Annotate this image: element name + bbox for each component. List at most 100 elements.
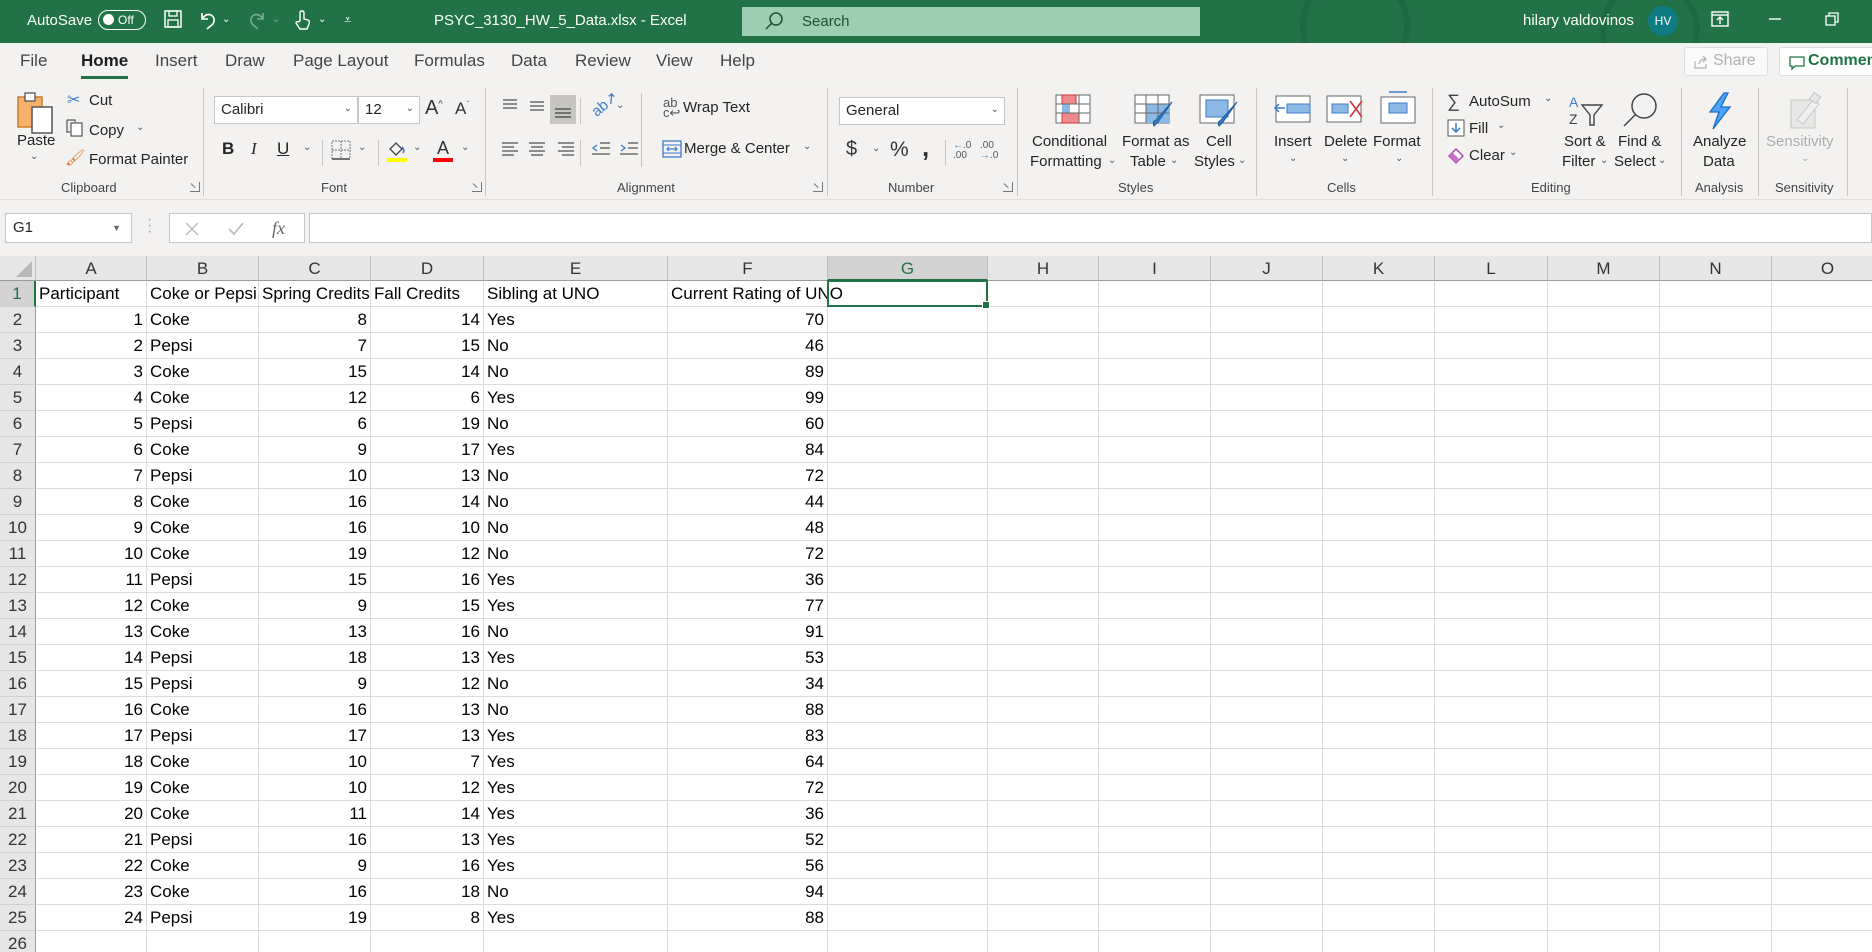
cell-o2[interactable] — [1772, 307, 1872, 333]
cell-n19[interactable] — [1660, 749, 1772, 775]
cell-g20[interactable] — [828, 775, 988, 801]
cell-o24[interactable] — [1772, 879, 1872, 905]
cell-o7[interactable] — [1772, 437, 1872, 463]
insert-function-icon[interactable]: fx — [272, 218, 285, 239]
cell-f25[interactable]: 88 — [668, 905, 828, 931]
cell-m23[interactable] — [1548, 853, 1660, 879]
middle-align-icon[interactable] — [527, 96, 547, 116]
cell-b2[interactable]: Coke — [147, 307, 259, 333]
cell-b13[interactable]: Coke — [147, 593, 259, 619]
copy-dropdown-icon[interactable]: ⌄ — [136, 122, 144, 133]
cell-d18[interactable]: 13 — [371, 723, 484, 749]
cell-a4[interactable]: 3 — [36, 359, 147, 385]
cell-h7[interactable] — [988, 437, 1099, 463]
cell-e24[interactable]: No — [484, 879, 668, 905]
cell-m7[interactable] — [1548, 437, 1660, 463]
cell-n9[interactable] — [1660, 489, 1772, 515]
column-header-k[interactable]: K — [1323, 256, 1435, 281]
cell-o21[interactable] — [1772, 801, 1872, 827]
row-header[interactable]: 21 — [0, 801, 36, 827]
cell-h22[interactable] — [988, 827, 1099, 853]
cell-l26[interactable] — [1435, 931, 1548, 952]
cell-g5[interactable] — [828, 385, 988, 411]
cell-h25[interactable] — [988, 905, 1099, 931]
cell-e25[interactable]: Yes — [484, 905, 668, 931]
cell-j4[interactable] — [1211, 359, 1323, 385]
cell-n7[interactable] — [1660, 437, 1772, 463]
cell-e6[interactable]: No — [484, 411, 668, 437]
cell-h4[interactable] — [988, 359, 1099, 385]
undo-dropdown-icon[interactable]: ⌄ — [222, 14, 230, 25]
undo-icon[interactable] — [196, 9, 220, 33]
cell-d22[interactable]: 13 — [371, 827, 484, 853]
cell-i21[interactable] — [1099, 801, 1211, 827]
row-header[interactable]: 26 — [0, 931, 36, 952]
cell-b26[interactable] — [147, 931, 259, 952]
cell-f6[interactable]: 60 — [668, 411, 828, 437]
cell-m19[interactable] — [1548, 749, 1660, 775]
row-header[interactable]: 16 — [0, 671, 36, 697]
cell-n6[interactable] — [1660, 411, 1772, 437]
formula-input[interactable] — [309, 213, 1872, 243]
underline-button[interactable]: U — [277, 139, 289, 159]
cell-e14[interactable]: No — [484, 619, 668, 645]
cell-l18[interactable] — [1435, 723, 1548, 749]
cell-c3[interactable]: 7 — [259, 333, 371, 359]
format-as-table-button[interactable]: Format as Table ⌄ — [1120, 90, 1192, 175]
cell-b4[interactable]: Coke — [147, 359, 259, 385]
row-header[interactable]: 12 — [0, 567, 36, 593]
cell-o19[interactable] — [1772, 749, 1872, 775]
cell-d26[interactable] — [371, 931, 484, 952]
ribbon-display-options-icon[interactable] — [1708, 9, 1732, 33]
cell-g1[interactable] — [828, 281, 988, 307]
cell-o26[interactable] — [1772, 931, 1872, 952]
cell-i22[interactable] — [1099, 827, 1211, 853]
cell-h5[interactable] — [988, 385, 1099, 411]
cell-o6[interactable] — [1772, 411, 1872, 437]
cell-a2[interactable]: 1 — [36, 307, 147, 333]
cell-h6[interactable] — [988, 411, 1099, 437]
cell-a24[interactable]: 23 — [36, 879, 147, 905]
cell-a17[interactable]: 16 — [36, 697, 147, 723]
cell-j8[interactable] — [1211, 463, 1323, 489]
align-left-icon[interactable] — [500, 139, 520, 159]
cell-b20[interactable]: Coke — [147, 775, 259, 801]
cell-m5[interactable] — [1548, 385, 1660, 411]
name-box-dropdown-icon[interactable]: ▼ — [112, 223, 121, 233]
cell-h2[interactable] — [988, 307, 1099, 333]
row-header[interactable]: 4 — [0, 359, 36, 385]
cell-n15[interactable] — [1660, 645, 1772, 671]
cell-c6[interactable]: 6 — [259, 411, 371, 437]
cell-e3[interactable]: No — [484, 333, 668, 359]
cell-h16[interactable] — [988, 671, 1099, 697]
cell-m20[interactable] — [1548, 775, 1660, 801]
row-header[interactable]: 14 — [0, 619, 36, 645]
cell-h18[interactable] — [988, 723, 1099, 749]
cell-h9[interactable] — [988, 489, 1099, 515]
cell-f15[interactable]: 53 — [668, 645, 828, 671]
row-header[interactable]: 5 — [0, 385, 36, 411]
row-header[interactable]: 22 — [0, 827, 36, 853]
cell-b18[interactable]: Pepsi — [147, 723, 259, 749]
cell-g26[interactable] — [828, 931, 988, 952]
cell-o4[interactable] — [1772, 359, 1872, 385]
cell-m10[interactable] — [1548, 515, 1660, 541]
cell-j7[interactable] — [1211, 437, 1323, 463]
cell-l1[interactable] — [1435, 281, 1548, 307]
delete-cells-button[interactable]: Delete ⌄ — [1320, 90, 1370, 175]
cell-j16[interactable] — [1211, 671, 1323, 697]
tab-view[interactable]: View — [656, 51, 693, 71]
tab-insert[interactable]: Insert — [155, 51, 198, 71]
name-box[interactable]: G1 ▼ — [5, 213, 132, 243]
decrease-indent-icon[interactable] — [590, 139, 612, 159]
cell-c17[interactable]: 16 — [259, 697, 371, 723]
cell-d25[interactable]: 8 — [371, 905, 484, 931]
autosum-dropdown-icon[interactable]: ⌄ — [1544, 93, 1552, 104]
cell-l21[interactable] — [1435, 801, 1548, 827]
fill-dropdown-icon[interactable]: ⌄ — [1497, 120, 1505, 131]
cell-f26[interactable] — [668, 931, 828, 952]
cell-e18[interactable]: Yes — [484, 723, 668, 749]
cell-i14[interactable] — [1099, 619, 1211, 645]
cell-j6[interactable] — [1211, 411, 1323, 437]
cell-c8[interactable]: 10 — [259, 463, 371, 489]
